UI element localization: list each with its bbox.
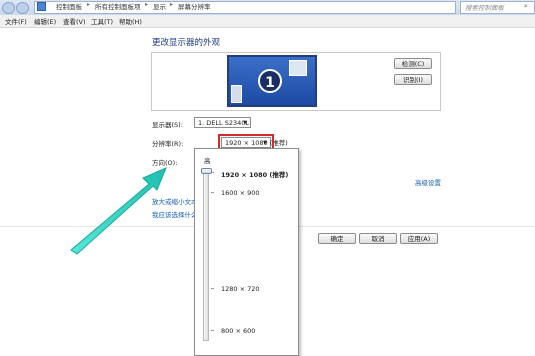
- slider-tick: [211, 192, 214, 193]
- search-icon[interactable]: ⌕: [524, 2, 528, 11]
- monitor-number: 1: [258, 69, 282, 93]
- resolution-slider-popup: [194, 148, 299, 356]
- which-settings-link[interactable]: 我应该选择什么: [152, 209, 198, 219]
- slider-option-1600[interactable]: 1600 × 900: [221, 189, 260, 197]
- orientation-label: 方向(O):: [152, 159, 178, 167]
- cancel-button[interactable]: 取消: [359, 233, 397, 244]
- menu-edit[interactable]: 编辑(E): [34, 16, 56, 26]
- secondary-monitor-icon: [289, 60, 307, 76]
- display-select[interactable]: 1. DELL S2340L ▼: [194, 117, 251, 128]
- slider-top-label: 高: [204, 157, 211, 165]
- nav-buttons: [2, 2, 30, 14]
- slider-option-1280[interactable]: 1280 × 720: [221, 285, 260, 293]
- menu-view[interactable]: 查看(V): [63, 16, 86, 26]
- back-icon[interactable]: [2, 2, 15, 14]
- slider-tick: [211, 288, 214, 289]
- breadcrumb-separator: ▸: [145, 1, 149, 8]
- breadcrumb-separator: ▸: [87, 1, 91, 8]
- breadcrumb-all-items[interactable]: 所有控制面板项: [95, 1, 141, 11]
- breadcrumb-control-panel[interactable]: 控制面板: [56, 1, 82, 11]
- text-size-link[interactable]: 放大或缩小文本: [152, 196, 198, 206]
- advanced-settings-link[interactable]: 高级设置: [415, 177, 441, 187]
- menu-tools[interactable]: 工具(T): [91, 16, 113, 26]
- slider-tick: [211, 330, 214, 331]
- menu-file[interactable]: 文件(F): [5, 16, 27, 26]
- display-select-value: 1. DELL S2340L: [198, 119, 249, 127]
- detect-button[interactable]: 检测(C): [394, 58, 432, 69]
- resolution-slider-track[interactable]: [203, 171, 209, 341]
- breadcrumb-screen-resolution[interactable]: 屏幕分辨率: [178, 1, 211, 11]
- slider-option-800[interactable]: 800 × 600: [221, 327, 255, 335]
- resolution-slider-thumb[interactable]: [201, 168, 212, 174]
- apply-button[interactable]: 应用(A): [400, 233, 438, 244]
- display-label: 显示器(S):: [152, 121, 183, 129]
- identify-button[interactable]: 识别(I): [394, 74, 432, 85]
- breadcrumb-separator: ▸: [170, 1, 174, 8]
- slider-option-1920[interactable]: 1920 × 1080 (推荐): [221, 169, 288, 179]
- resolution-label: 分辨率(R):: [152, 140, 184, 148]
- breadcrumb-display[interactable]: 显示: [153, 1, 166, 11]
- ok-button[interactable]: 确定: [318, 233, 356, 244]
- chevron-down-icon: ▼: [243, 120, 247, 126]
- control-panel-icon: [37, 2, 46, 11]
- search-placeholder: 搜索控制面板: [465, 4, 504, 12]
- menu-help[interactable]: 帮助(H): [119, 16, 142, 26]
- forward-icon[interactable]: [16, 2, 29, 14]
- tower-icon: [231, 85, 242, 103]
- page-title: 更改显示器的外观: [152, 38, 221, 48]
